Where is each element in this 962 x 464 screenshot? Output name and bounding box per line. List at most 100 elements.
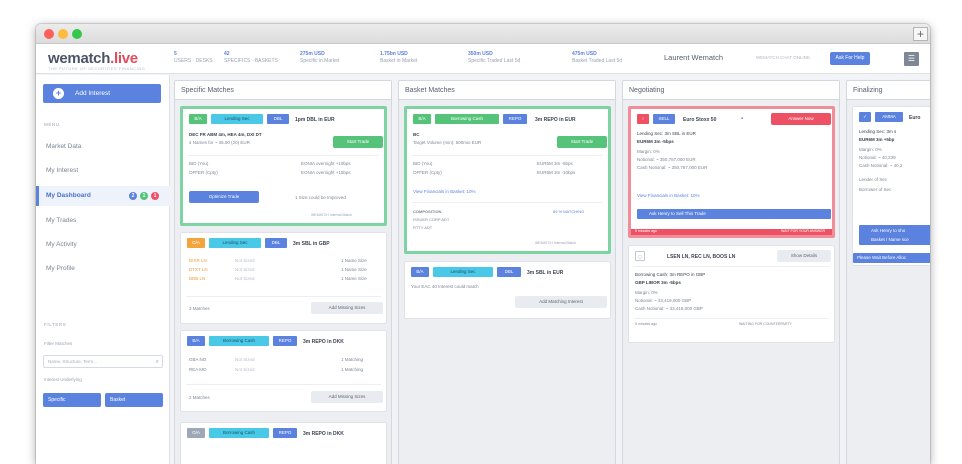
- matches-count: 3 Matches: [189, 306, 210, 311]
- add-missing-sizes-button[interactable]: Add Missing Sizes: [311, 302, 383, 314]
- interest-underlying-label: Interest Underlying: [44, 377, 82, 382]
- ask-sell-trade-bar[interactable]: Ask Henry to Sell This Trade: [637, 209, 831, 219]
- view-financials-link[interactable]: View Financials in Basket: 10%: [637, 193, 699, 198]
- time-ago: 5 minutes ago: [635, 229, 657, 233]
- menu-icon[interactable]: ☰: [904, 52, 919, 66]
- stat-specific-traded: 350m USD Specific Traded Last 5d: [468, 51, 520, 65]
- type-tag: DBL: [267, 114, 289, 124]
- card-title: Euro: [909, 115, 921, 121]
- minimize-window-button[interactable]: [58, 29, 68, 39]
- negotiation-card[interactable]: ▢ LSEN LN, REC LN, BOOS LN Show Details …: [628, 245, 835, 343]
- chat-icon[interactable]: ▪: [741, 116, 743, 122]
- divider: [186, 384, 381, 385]
- composition-detail: ISSUER CORP ADT: [413, 217, 450, 222]
- ask-for-help-button[interactable]: Ask For Help: [830, 52, 870, 65]
- add-missing-sizes-button[interactable]: Add Missing Sizes: [311, 391, 383, 403]
- security-name: REA MO: [189, 367, 207, 372]
- browser-window: + wematch.live THE FUTURE OF SECURITIES …: [36, 24, 930, 464]
- chat-status: WEMATCH CHAT ONLINE: [756, 55, 811, 60]
- optimize-trade-button[interactable]: Optimize Trade: [189, 191, 259, 203]
- specific-match-card[interactable]: O/A Borrowing Cash REPO 3m REPO in DKK: [180, 422, 387, 464]
- divider: [634, 318, 829, 319]
- add-interest-label: Add Interest: [75, 90, 111, 97]
- notional: Notional: ~ 33,419,000 GBP: [635, 298, 692, 303]
- answer-now-button[interactable]: Answer Now: [771, 113, 831, 125]
- add-interest-button[interactable]: + Add Interest: [43, 84, 161, 103]
- specific-match-card[interactable]: B/A Borrowing Cash REPO 3m REPO in DKK G…: [180, 330, 387, 412]
- nav-my-dashboard[interactable]: My Dashboard 2 1 1: [36, 186, 170, 206]
- side-tag: B/A: [411, 267, 429, 277]
- filter-specific-button[interactable]: Specific: [43, 393, 101, 407]
- product-tag: Borrowing Cash: [209, 336, 269, 346]
- size-info: 1 Matching: [341, 367, 364, 372]
- stat-label: Basket in Market: [380, 58, 418, 64]
- divider: [412, 202, 603, 203]
- stat-value: 1.75bn USD: [380, 51, 408, 57]
- size-info: 1 Name Size: [341, 258, 367, 263]
- stat-value: 350m USD: [468, 51, 493, 57]
- composition-label: COMPOSITION: [413, 209, 442, 214]
- nav-my-profile[interactable]: My Profile: [36, 259, 170, 279]
- checkbox-icon[interactable]: ▢: [635, 251, 645, 261]
- stat-users: 5 USERS · DESKS: [174, 51, 213, 65]
- stat-label: Basket Traded Last 5d: [572, 58, 623, 64]
- product-tag: Lending Sec: [433, 267, 493, 277]
- check-icon: ✓: [859, 112, 871, 122]
- card-title: 3m REPO in DKK: [303, 339, 344, 345]
- finalizing-card[interactable]: ✓ AMMA Euro Lending Sec: 3m s EUR6M 3m +…: [852, 106, 930, 266]
- close-window-button[interactable]: [44, 29, 54, 39]
- ask-show-bar[interactable]: Ask Henry to sho Basket / Name sce: [859, 225, 930, 245]
- nav-my-activity[interactable]: My Activity: [36, 235, 170, 255]
- nav-my-interest[interactable]: My Interest: [36, 161, 170, 181]
- maximize-window-button[interactable]: [72, 29, 82, 39]
- basket-match-card[interactable]: B/A Lending Sec DBL 3m SBL in EUR Your E…: [404, 261, 611, 319]
- specific-match-card[interactable]: O/A Lending Sec DBL 3m SBL in GBP DIXR L…: [180, 232, 387, 324]
- side-tag: B/A: [187, 336, 205, 346]
- security-name: GBA NO: [189, 357, 207, 362]
- divider: [412, 155, 603, 156]
- offer-value: EUR6M 3m -10bps: [537, 170, 576, 175]
- start-trade-button[interactable]: Start Trade: [333, 136, 383, 148]
- stat-label: Specific Traded Last 5d: [468, 58, 521, 64]
- view-financials-link[interactable]: View Financials in Basket: 10%: [413, 189, 475, 194]
- basket-matches-column: Basket Matches B/A Borrowing Cash REPO 3…: [398, 80, 616, 464]
- basket-code: BC: [413, 132, 420, 137]
- direction-tag: AMMA: [875, 112, 903, 122]
- size-info: 1 Name Size: [341, 267, 367, 272]
- nav-my-trades[interactable]: My Trades: [36, 211, 170, 231]
- interest-note: Your EAC 40 Interest could match: [411, 284, 479, 289]
- new-tab-button[interactable]: +: [913, 27, 928, 41]
- trade-type: Lending Sec: 3m SBL in EUR: [637, 131, 696, 136]
- time-ago: 5 minutes ago: [635, 322, 657, 326]
- filter-matches-input[interactable]: Name, Structure, Term... ⌕: [43, 355, 163, 368]
- stat-specific-in-market: 275m USD Specific in Market: [300, 51, 339, 65]
- names-summary: 4 Names for ~ 45.00 (20) EUR: [189, 140, 250, 145]
- sell-arrow-icon: ↑: [637, 114, 649, 124]
- negotiation-card[interactable]: ↑ SELL Euro Stoxx 50 ▪ Answer Now Lendin…: [628, 106, 835, 238]
- user-name[interactable]: Laurent Wematch: [664, 53, 723, 62]
- bid-label: BID (You): [413, 161, 433, 166]
- divider: [188, 155, 379, 156]
- product-tag: Borrowing Cash: [209, 428, 269, 438]
- specific-match-card[interactable]: B/A Lending Sec DBL 1pm DBL in EUR DEC F…: [180, 106, 387, 226]
- basket-match-card[interactable]: B/A Borrowing Cash REPO 3m REPO in EUR B…: [404, 106, 611, 254]
- negotiating-column: Negotiating ↑ SELL Euro Stoxx 50 ▪ Answe…: [622, 80, 840, 464]
- status-text: WAIT FOR YOUR ANSWER: [781, 229, 826, 233]
- brand-logo[interactable]: wematch.live: [48, 50, 138, 67]
- divider: [634, 266, 829, 267]
- composition-value[interactable]: 89 % MATCHING: [553, 209, 584, 214]
- desktop-background: + wematch.live THE FUTURE OF SECURITIES …: [0, 0, 962, 464]
- cash-notional: Cash Notional: ~ 40,2: [859, 163, 903, 168]
- card-title: 3m SBL in GBP: [293, 241, 330, 247]
- start-trade-button[interactable]: Start Trade: [557, 136, 607, 148]
- card-title: 1pm DBL in EUR: [295, 117, 335, 123]
- add-matching-interest-button[interactable]: Add Matching Interest: [515, 296, 607, 308]
- stat-value: 5: [174, 51, 177, 57]
- filter-basket-button[interactable]: Basket: [105, 393, 163, 407]
- card-title: 3m REPO in EUR: [535, 117, 576, 123]
- size-status: Not Sized: [235, 267, 255, 272]
- show-details-button[interactable]: Show Details: [777, 250, 831, 262]
- nav-market-data[interactable]: Market Data: [36, 137, 170, 157]
- side-tag: O/A: [187, 428, 205, 438]
- badge-count: 1: [151, 192, 159, 200]
